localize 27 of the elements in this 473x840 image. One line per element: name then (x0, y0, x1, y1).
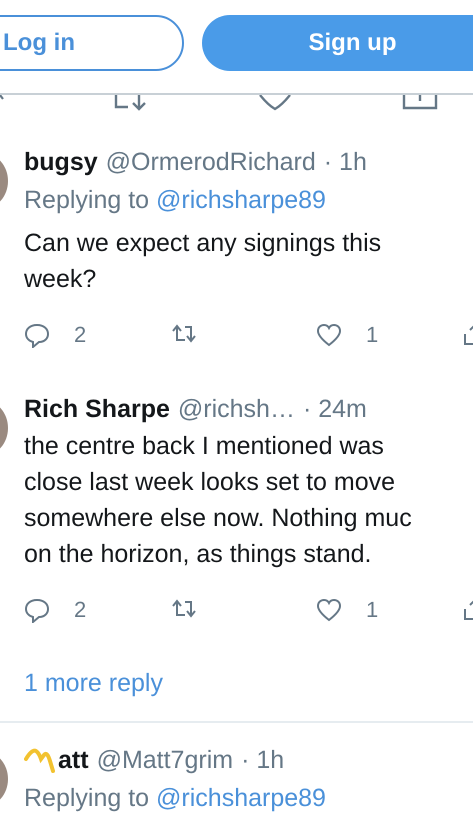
user-handle: @richsh… (178, 394, 295, 424)
user-name: bugsy (24, 148, 98, 176)
action-count: 2 (74, 597, 86, 623)
action-count: 1 (366, 322, 378, 348)
tweet-time: · 1h (241, 746, 284, 774)
tweet-time: · 24m (302, 394, 367, 424)
login-button[interactable]: Log in (0, 15, 184, 71)
share-icon[interactable] (402, 95, 440, 111)
tweet-time: · 1h (324, 148, 367, 176)
user-name: Rich Sharpe (24, 394, 170, 424)
action-count: 2 (74, 322, 86, 348)
user-name: att (58, 746, 89, 774)
reply-icon[interactable] (24, 597, 50, 623)
tweet-text: the centre back I mentioned was close last week looks set to move somewhere else now. Nothing muc on the horizon, as things stand. (24, 431, 413, 570)
mention-link[interactable]: @richsharpe89 (156, 784, 326, 812)
reply-icon[interactable] (24, 322, 50, 348)
like-icon[interactable] (316, 597, 342, 623)
like-icon[interactable] (316, 322, 342, 348)
more-replies-link[interactable]: 1 more reply (24, 665, 163, 701)
signup-button[interactable]: Sign up (202, 15, 473, 71)
action-count: 1 (366, 597, 378, 623)
replying-to-text: Replying to @richsharpe89 (24, 185, 327, 216)
user-handle: @Matt7grim (96, 746, 234, 774)
user-handle: @OrmerodRichard (106, 148, 316, 176)
tweet-text: Can we expect any signings this week? (24, 228, 382, 295)
mention-link[interactable]: @richsharpe89 (156, 186, 326, 214)
replying-to-text: Replying to @richsharpe89 (24, 783, 327, 814)
